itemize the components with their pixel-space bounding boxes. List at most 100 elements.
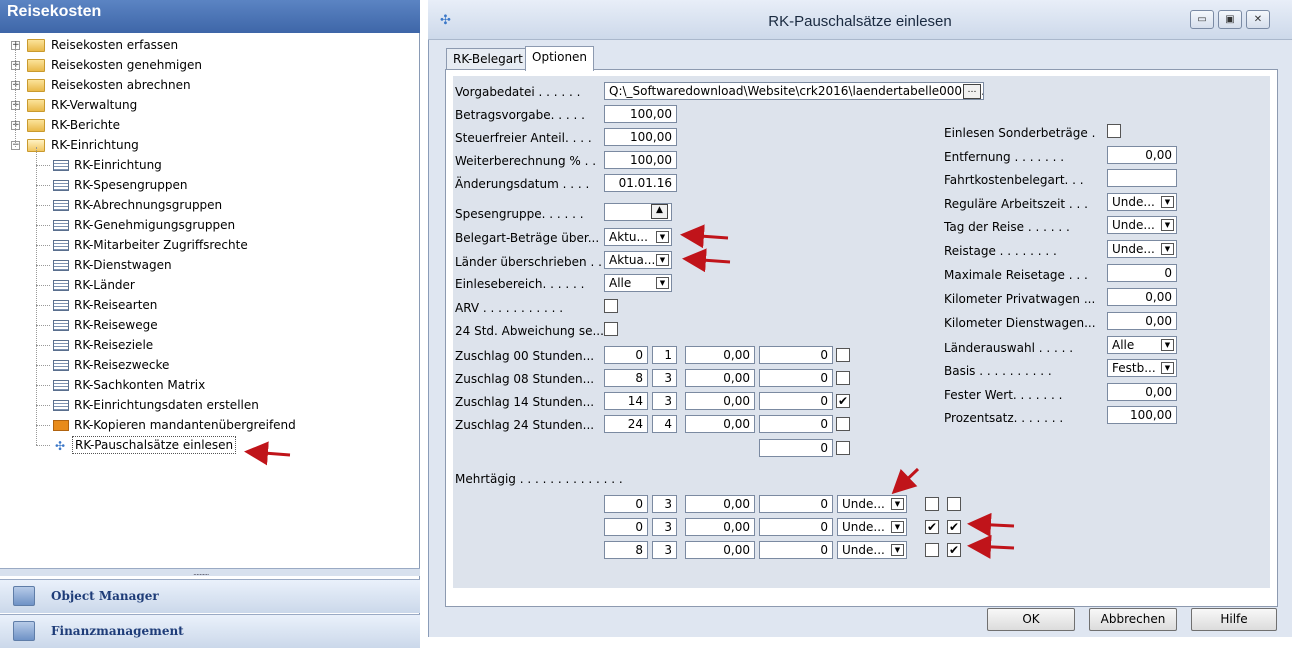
zuschlag-hours-field[interactable]: 14 bbox=[604, 392, 648, 410]
mehrtaegig-amount-field[interactable]: 0,00 bbox=[685, 541, 755, 559]
betragsvorgabe-field[interactable]: 100,00 bbox=[604, 105, 677, 123]
laenderauswahl-dropdown[interactable]: Alle ▼ bbox=[1107, 336, 1177, 354]
pane-splitter[interactable] bbox=[0, 568, 420, 576]
chevron-down-icon[interactable]: ▼ bbox=[656, 231, 669, 243]
tag-dropdown[interactable]: Unde... ▼ bbox=[1107, 216, 1177, 234]
chevron-down-icon[interactable]: ▼ bbox=[891, 521, 904, 533]
nav-subitem[interactable]: RK-Länder bbox=[0, 275, 420, 295]
zuschlag-checkbox[interactable]: ✔ bbox=[836, 394, 850, 408]
steuerfreier-field[interactable]: 100,00 bbox=[604, 128, 677, 146]
nav-subitem[interactable]: ✣ RK-Pauschalsätze einlesen bbox=[0, 435, 420, 455]
nav-subitem[interactable]: RK-Reisearten bbox=[0, 295, 420, 315]
mehrtaegig-checkbox-1[interactable] bbox=[925, 497, 939, 511]
nav-folder-item[interactable]: + RK-Berichte bbox=[0, 115, 420, 135]
nav-subitem[interactable]: RK-Reisewege bbox=[0, 315, 420, 335]
zuschlag-checkbox[interactable] bbox=[836, 348, 850, 362]
mehrtaegig-dropdown[interactable]: Unde... ▼ bbox=[837, 541, 907, 559]
mehrtaegig-days-field[interactable]: 0 bbox=[604, 518, 648, 536]
einlesebereich-dropdown[interactable]: Alle ▼ bbox=[604, 274, 672, 292]
fester-wert-field[interactable]: 0,00 bbox=[1107, 383, 1177, 401]
zuschlag-amount-field[interactable]: 0,00 bbox=[685, 346, 755, 364]
splitter-grip[interactable]: .......... bbox=[193, 568, 209, 577]
zuschlag-code-field[interactable]: 3 bbox=[652, 392, 677, 410]
nav-folder-item[interactable]: + Reisekosten abrechnen bbox=[0, 75, 420, 95]
mehrtaegig-checkbox-2[interactable] bbox=[947, 497, 961, 511]
mehrtaegig-value-field[interactable]: 0 bbox=[759, 495, 833, 513]
zuschlag-hours-field[interactable]: 8 bbox=[604, 369, 648, 387]
nav-subitem[interactable]: RK-Abrechnungsgruppen bbox=[0, 195, 420, 215]
lookup-icon[interactable]: ▲ bbox=[651, 204, 668, 219]
laender-dropdown[interactable]: Aktua... ▼ bbox=[604, 251, 672, 269]
mehrtaegig-checkbox-1[interactable]: ✔ bbox=[925, 520, 939, 534]
sonderbetraege-checkbox[interactable] bbox=[1107, 124, 1121, 138]
mehrtaegig-code-field[interactable]: 3 bbox=[652, 541, 677, 559]
zuschlag-value-field[interactable]: 0 bbox=[759, 346, 833, 364]
zuschlag-value-field[interactable]: 0 bbox=[759, 439, 833, 457]
minimize-button[interactable]: ▭ bbox=[1190, 10, 1214, 29]
dialog-titlebar[interactable]: ✣ RK-Pauschalsätze einlesen ▭ ▣ ✕ bbox=[428, 0, 1292, 40]
reistage-dropdown[interactable]: Unde... ▼ bbox=[1107, 240, 1177, 258]
aenderungsdatum-field[interactable]: 01.01.16 bbox=[604, 174, 677, 192]
fahrtkosten-field[interactable] bbox=[1107, 169, 1177, 187]
zuschlag-code-field[interactable]: 1 bbox=[652, 346, 677, 364]
weiterberechnung-field[interactable]: 100,00 bbox=[604, 151, 677, 169]
nav-folder-item[interactable]: + RK-Verwaltung bbox=[0, 95, 420, 115]
tab-rk-belegart[interactable]: RK-Belegart bbox=[446, 48, 530, 70]
zuschlag-code-field[interactable]: 4 bbox=[652, 415, 677, 433]
chevron-down-icon[interactable]: ▼ bbox=[891, 544, 904, 556]
nav-subitem[interactable]: RK-Mitarbeiter Zugriffsrechte bbox=[0, 235, 420, 255]
dienstwagen-field[interactable]: 0,00 bbox=[1107, 312, 1177, 330]
belegart-dropdown[interactable]: Aktu... ▼ bbox=[604, 228, 672, 246]
mehrtaegig-code-field[interactable]: 3 bbox=[652, 495, 677, 513]
zuschlag-checkbox[interactable] bbox=[836, 417, 850, 431]
abbrechen-button[interactable]: Abbrechen bbox=[1089, 608, 1177, 631]
privatwagen-field[interactable]: 0,00 bbox=[1107, 288, 1177, 306]
maximize-button[interactable]: ▣ bbox=[1218, 10, 1242, 29]
nav-subitem[interactable]: RK-Dienstwagen bbox=[0, 255, 420, 275]
abweichung-checkbox[interactable] bbox=[604, 322, 618, 336]
mehrtaegig-code-field[interactable]: 3 bbox=[652, 518, 677, 536]
hilfe-button[interactable]: Hilfe bbox=[1191, 608, 1277, 631]
zuschlag-hours-field[interactable]: 0 bbox=[604, 346, 648, 364]
mehrtaegig-checkbox-1[interactable] bbox=[925, 543, 939, 557]
nav-subitem[interactable]: RK-Genehmigungsgruppen bbox=[0, 215, 420, 235]
zuschlag-checkbox[interactable] bbox=[836, 371, 850, 385]
mehrtaegig-value-field[interactable]: 0 bbox=[759, 541, 833, 559]
chevron-down-icon[interactable]: ▼ bbox=[1161, 243, 1174, 255]
chevron-down-icon[interactable]: ▼ bbox=[656, 254, 669, 266]
chevron-down-icon[interactable]: ▼ bbox=[891, 498, 904, 510]
zuschlag-code-field[interactable]: 3 bbox=[652, 369, 677, 387]
prozentsatz-field[interactable]: 100,00 bbox=[1107, 406, 1177, 424]
zuschlag-value-field[interactable]: 0 bbox=[759, 369, 833, 387]
close-button[interactable]: ✕ bbox=[1246, 10, 1270, 29]
mehrtaegig-checkbox-2[interactable]: ✔ bbox=[947, 543, 961, 557]
ellipsis-icon[interactable]: … bbox=[963, 84, 981, 99]
ok-button[interactable]: OK bbox=[987, 608, 1075, 631]
nav-subitem[interactable]: RK-Sachkonten Matrix bbox=[0, 375, 420, 395]
chevron-down-icon[interactable]: ▼ bbox=[1161, 362, 1174, 374]
zuschlag-amount-field[interactable]: 0,00 bbox=[685, 392, 755, 410]
arbeitszeit-dropdown[interactable]: Unde... ▼ bbox=[1107, 193, 1177, 211]
mehrtaegig-amount-field[interactable]: 0,00 bbox=[685, 495, 755, 513]
chevron-down-icon[interactable]: ▼ bbox=[1161, 339, 1174, 351]
nav-subitem[interactable]: RK-Reisezwecke bbox=[0, 355, 420, 375]
nav-subitem[interactable]: RK-Einrichtungsdaten erstellen bbox=[0, 395, 420, 415]
nav-folder-item[interactable]: + Reisekosten genehmigen bbox=[0, 55, 420, 75]
zuschlag-checkbox[interactable] bbox=[836, 441, 850, 455]
zuschlag-value-field[interactable]: 0 bbox=[759, 392, 833, 410]
mehrtaegig-days-field[interactable]: 8 bbox=[604, 541, 648, 559]
nav-subitem[interactable]: RK-Reiseziele bbox=[0, 335, 420, 355]
nav-subitem[interactable]: RK-Spesengruppen bbox=[0, 175, 420, 195]
entfernung-field[interactable]: 0,00 bbox=[1107, 146, 1177, 164]
nav-folder-item[interactable]: + Reisekosten erfassen bbox=[0, 35, 420, 55]
tab-optionen[interactable]: Optionen bbox=[525, 46, 595, 71]
basis-dropdown[interactable]: Festb... ▼ bbox=[1107, 359, 1177, 377]
vorgabedatei-field[interactable]: Q:\_Softwaredownload\Website\crk2016\lae… bbox=[604, 82, 984, 100]
arv-checkbox[interactable] bbox=[604, 299, 618, 313]
mehrtaegig-value-field[interactable]: 0 bbox=[759, 518, 833, 536]
finanzmanagement-button[interactable]: Finanzmanagement bbox=[0, 614, 420, 648]
nav-subitem[interactable]: RK-Einrichtung bbox=[0, 155, 420, 175]
mehrtaegig-dropdown[interactable]: Unde... ▼ bbox=[837, 518, 907, 536]
mehrtaegig-days-field[interactable]: 0 bbox=[604, 495, 648, 513]
zuschlag-amount-field[interactable]: 0,00 bbox=[685, 415, 755, 433]
